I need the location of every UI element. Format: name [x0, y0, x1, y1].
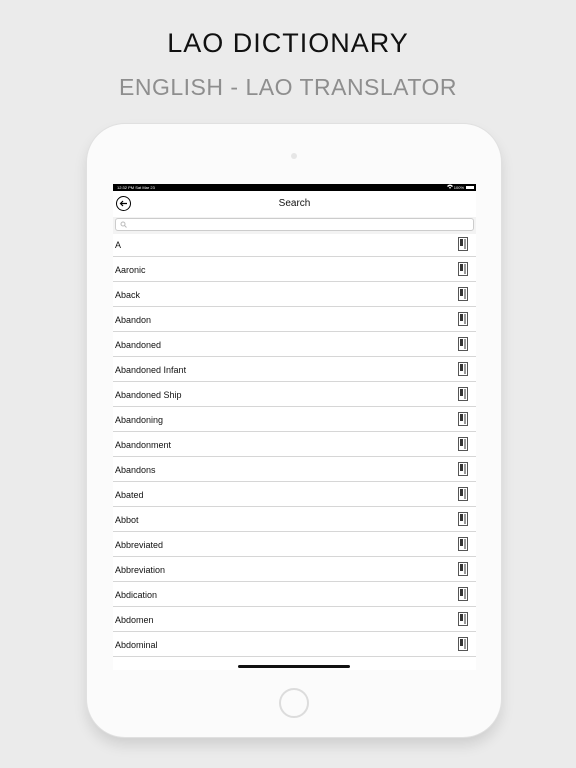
- app-screen: 12:32 PM Sat Mar 23 100% Search A Aaronic…: [113, 184, 476, 670]
- word-label: Abandons: [115, 465, 156, 475]
- list-item[interactable]: Aback: [113, 282, 476, 307]
- list-item[interactable]: Abandonment: [113, 432, 476, 457]
- word-label: Abandonment: [115, 440, 172, 450]
- word-label: Abandoned Infant: [115, 365, 187, 375]
- word-label: Abandon: [115, 315, 152, 325]
- list-item[interactable]: Abbreviation: [113, 557, 476, 582]
- dictionary-book-icon: [458, 287, 468, 301]
- dictionary-book-icon: [458, 612, 468, 626]
- dictionary-book-icon: [458, 637, 468, 651]
- list-item[interactable]: Abbot: [113, 507, 476, 532]
- dictionary-book-icon: [458, 487, 468, 501]
- list-item[interactable]: [113, 657, 476, 670]
- word-label: Abdication: [115, 590, 158, 600]
- list-item[interactable]: Aaronic: [113, 257, 476, 282]
- list-item[interactable]: A: [113, 232, 476, 257]
- nav-bar: Search: [113, 191, 476, 217]
- word-label: Aaronic: [115, 265, 146, 275]
- dictionary-book-icon: [458, 337, 468, 351]
- camera-dot: [291, 153, 297, 159]
- dictionary-book-icon: [458, 587, 468, 601]
- list-item[interactable]: Abandoned Ship: [113, 382, 476, 407]
- word-list: A Aaronic Aback Abandon Abandoned Abandoned I…: [113, 232, 476, 670]
- dictionary-book-icon: [458, 312, 468, 326]
- word-label: Abbreviated: [115, 540, 164, 550]
- status-bar: 12:32 PM Sat Mar 23 100%: [113, 184, 476, 191]
- list-item[interactable]: Abandon: [113, 307, 476, 332]
- word-label: Abandoned Ship: [115, 390, 182, 400]
- search-icon: [120, 221, 127, 228]
- dictionary-book-icon: [458, 387, 468, 401]
- word-label: Abbreviation: [115, 565, 166, 575]
- promo-title: LAO DICTIONARY: [167, 28, 409, 58]
- list-item[interactable]: Abdication: [113, 582, 476, 607]
- dictionary-book-icon: [458, 537, 468, 551]
- dictionary-book-icon: [458, 512, 468, 526]
- word-label: Abbot: [115, 515, 139, 525]
- battery-percent: 100%: [453, 185, 464, 190]
- dictionary-book-icon: [458, 412, 468, 426]
- list-item[interactable]: Abdomen: [113, 607, 476, 632]
- dictionary-book-icon: [458, 262, 468, 276]
- list-item[interactable]: Abandons: [113, 457, 476, 482]
- dictionary-book-icon: [458, 237, 468, 251]
- list-item[interactable]: Abbreviated: [113, 532, 476, 557]
- promo-subtitle: ENGLISH - LAO TRANSLATOR: [119, 74, 457, 100]
- dictionary-book-icon: [458, 437, 468, 451]
- list-item[interactable]: Abdominal: [113, 632, 476, 657]
- word-label: Abandoned: [115, 340, 162, 350]
- list-item[interactable]: Abandoning: [113, 407, 476, 432]
- word-label: Abdominal: [115, 640, 158, 650]
- word-label: Abandoning: [115, 415, 164, 425]
- word-label: Abdomen: [115, 615, 154, 625]
- status-time: 12:32 PM Sat Mar 23: [117, 185, 155, 190]
- list-item[interactable]: Abandoned: [113, 332, 476, 357]
- wifi-icon: [447, 184, 453, 191]
- word-label: Aback: [115, 290, 141, 300]
- page-title: Search: [278, 198, 311, 209]
- search-input[interactable]: [115, 218, 474, 231]
- dictionary-book-icon: [458, 362, 468, 376]
- list-item[interactable]: Abandoned Infant: [113, 357, 476, 382]
- word-label: A: [115, 240, 122, 250]
- home-button[interactable]: [279, 688, 309, 718]
- home-indicator: [238, 665, 350, 668]
- list-item[interactable]: Abated: [113, 482, 476, 507]
- dictionary-book-icon: [458, 462, 468, 476]
- word-label: Abated: [115, 490, 144, 500]
- dictionary-book-icon: [458, 562, 468, 576]
- battery-icon: [466, 186, 474, 189]
